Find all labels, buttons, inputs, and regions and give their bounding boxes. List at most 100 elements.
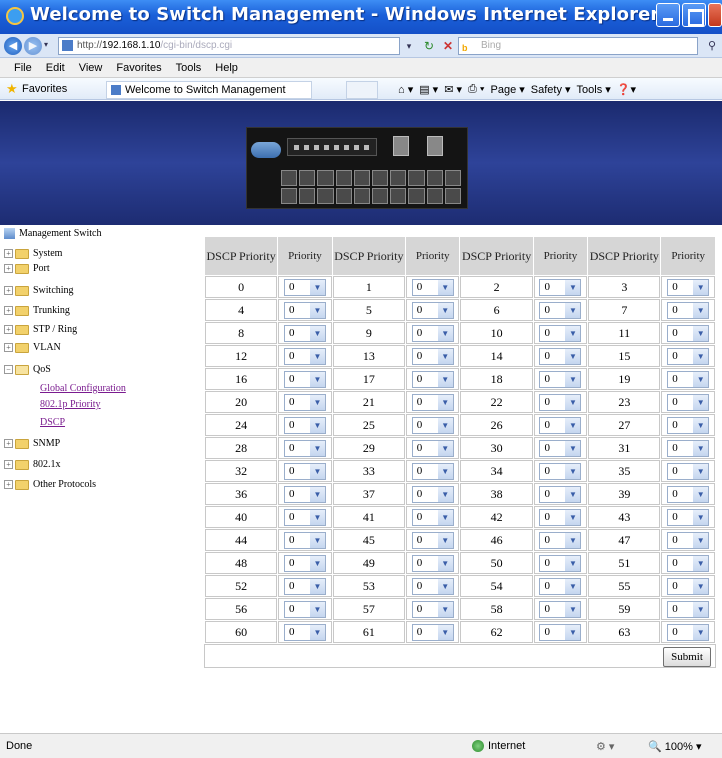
new-tab-button[interactable] (346, 81, 378, 99)
chevron-down-icon[interactable]: ▼ (693, 555, 709, 571)
address-dropdown-icon[interactable]: ▾ (402, 38, 416, 54)
priority-select[interactable]: 0 ▼ (411, 554, 454, 572)
expand-icon[interactable]: + (4, 286, 13, 296)
menu-edit[interactable]: Edit (46, 62, 65, 74)
expand-icon[interactable]: + (4, 439, 13, 449)
priority-select[interactable]: 0 ▼ (667, 301, 710, 319)
sidebar-item-stp-ring[interactable]: + STP / Ring (4, 323, 77, 336)
chevron-down-icon[interactable]: ▼ (565, 417, 581, 433)
priority-select[interactable]: 0 ▼ (283, 324, 326, 342)
stop-icon[interactable]: ✕ (440, 38, 456, 54)
priority-select[interactable]: 0 ▼ (539, 324, 582, 342)
chevron-down-icon[interactable]: ▼ (437, 394, 453, 410)
chevron-down-icon[interactable]: ▼ (437, 463, 453, 479)
priority-select[interactable]: 0 ▼ (667, 278, 710, 296)
nav-history-dropdown-icon[interactable]: ▾ (44, 40, 48, 49)
browser-tab[interactable]: Welcome to Switch Management (106, 81, 312, 99)
priority-select[interactable]: 0 ▼ (283, 554, 326, 572)
chevron-down-icon[interactable]: ▼ (693, 394, 709, 410)
chevron-down-icon[interactable]: ▼ (565, 601, 581, 617)
chevron-down-icon[interactable]: ▼ (309, 624, 325, 640)
chevron-down-icon[interactable]: ▼ (437, 624, 453, 640)
priority-select[interactable]: 0 ▼ (283, 462, 326, 480)
priority-select[interactable]: 0 ▼ (411, 324, 454, 342)
priority-select[interactable]: 0 ▼ (667, 531, 710, 549)
expand-icon[interactable]: + (4, 460, 13, 470)
priority-select[interactable]: 0 ▼ (667, 508, 710, 526)
menu-tools[interactable]: Tools (176, 62, 202, 74)
priority-select[interactable]: 0 ▼ (667, 393, 710, 411)
chevron-down-icon[interactable]: ▼ (309, 486, 325, 502)
priority-select[interactable]: 0 ▼ (667, 623, 710, 641)
chevron-down-icon[interactable]: ▼ (565, 532, 581, 548)
sidebar-item-system[interactable]: + System (4, 247, 62, 260)
priority-select[interactable]: 0 ▼ (539, 301, 582, 319)
priority-select[interactable]: 0 ▼ (667, 462, 710, 480)
favorites-star-icon[interactable]: ★ (6, 82, 18, 95)
priority-select[interactable]: 0 ▼ (667, 485, 710, 503)
chevron-down-icon[interactable]: ▼ (693, 601, 709, 617)
forward-button[interactable]: ▶ (24, 37, 42, 55)
tree-root[interactable]: Management Switch (4, 228, 101, 240)
menu-view[interactable]: View (79, 62, 103, 74)
priority-select[interactable]: 0 ▼ (667, 347, 710, 365)
chevron-down-icon[interactable]: ▼ (309, 509, 325, 525)
zoom-level[interactable]: 🔍 100% ▾ (648, 740, 701, 753)
priority-select[interactable]: 0 ▼ (539, 554, 582, 572)
chevron-down-icon[interactable]: ▼ (437, 440, 453, 456)
page-menu[interactable]: Page ▾ (491, 83, 525, 96)
priority-select[interactable]: 0 ▼ (539, 531, 582, 549)
sidebar-item-switching[interactable]: + Switching (4, 284, 74, 297)
priority-select[interactable]: 0 ▼ (283, 531, 326, 549)
chevron-down-icon[interactable]: ▼ (693, 302, 709, 318)
chevron-down-icon[interactable]: ▼ (437, 279, 453, 295)
priority-select[interactable]: 0 ▼ (539, 439, 582, 457)
chevron-down-icon[interactable]: ▼ (309, 325, 325, 341)
chevron-down-icon[interactable]: ▼ (437, 325, 453, 341)
chevron-down-icon[interactable]: ▼ (309, 532, 325, 548)
priority-select[interactable]: 0 ▼ (283, 301, 326, 319)
expand-icon[interactable]: + (4, 343, 13, 353)
priority-select[interactable]: 0 ▼ (539, 508, 582, 526)
sidebar-item-8021x[interactable]: +802.1x (4, 458, 61, 471)
chevron-down-icon[interactable]: ▼ (437, 555, 453, 571)
chevron-down-icon[interactable]: ▼ (309, 394, 325, 410)
priority-select[interactable]: 0 ▼ (411, 623, 454, 641)
chevron-down-icon[interactable]: ▼ (693, 371, 709, 387)
feeds-icon[interactable]: ▤ ▾ (419, 83, 438, 96)
chevron-down-icon[interactable]: ▼ (309, 601, 325, 617)
chevron-down-icon[interactable]: ▼ (565, 624, 581, 640)
chevron-down-icon[interactable]: ▼ (693, 578, 709, 594)
priority-select[interactable]: 0 ▼ (411, 416, 454, 434)
chevron-down-icon[interactable]: ▼ (565, 486, 581, 502)
sidebar-item-other-protocols[interactable]: + Other Protocols (4, 478, 96, 491)
sidebar-item-trunking[interactable]: + Trunking (4, 304, 70, 317)
chevron-down-icon[interactable]: ▼ (437, 578, 453, 594)
submit-button[interactable]: Submit (663, 647, 711, 667)
priority-select[interactable]: 0 ▼ (411, 485, 454, 503)
chevron-down-icon[interactable]: ▼ (437, 371, 453, 387)
chevron-down-icon[interactable]: ▼ (309, 578, 325, 594)
priority-select[interactable]: 0 ▼ (667, 324, 710, 342)
minimize-button[interactable] (656, 3, 680, 27)
priority-select[interactable]: 0 ▼ (539, 416, 582, 434)
priority-select[interactable]: 0 ▼ (411, 393, 454, 411)
chevron-down-icon[interactable]: ▼ (565, 555, 581, 571)
chevron-down-icon[interactable]: ▼ (309, 555, 325, 571)
chevron-down-icon[interactable]: ▼ (693, 532, 709, 548)
priority-select[interactable]: 0 ▼ (411, 347, 454, 365)
protected-mode-icon[interactable]: ⚙ ▾ (596, 740, 614, 753)
priority-select[interactable]: 0 ▼ (539, 623, 582, 641)
chevron-down-icon[interactable]: ▼ (309, 348, 325, 364)
priority-select[interactable]: 0 ▼ (283, 508, 326, 526)
chevron-down-icon[interactable]: ▼ (565, 394, 581, 410)
sidebar-item-vlan[interactable]: + VLAN (4, 341, 61, 354)
sidebar-item-snmp[interactable]: + SNMP (4, 437, 60, 450)
priority-select[interactable]: 0 ▼ (411, 439, 454, 457)
chevron-down-icon[interactable]: ▼ (565, 302, 581, 318)
expand-icon[interactable]: + (4, 325, 13, 335)
safety-menu[interactable]: Safety ▾ (531, 83, 571, 96)
priority-select[interactable]: 0 ▼ (411, 370, 454, 388)
chevron-down-icon[interactable]: ▼ (437, 532, 453, 548)
menu-favorites[interactable]: Favorites (116, 62, 161, 74)
